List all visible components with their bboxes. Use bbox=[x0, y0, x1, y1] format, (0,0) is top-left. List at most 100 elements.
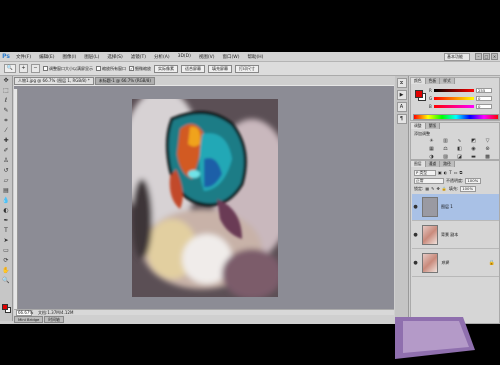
menu-3d[interactable]: 3D(D) bbox=[174, 54, 195, 59]
filter-type-icon[interactable]: T bbox=[449, 170, 451, 175]
history-icon[interactable]: ⧖ bbox=[396, 78, 407, 88]
minimize-icon[interactable]: – bbox=[475, 53, 482, 60]
lock-all-icon[interactable]: 🔒 bbox=[442, 186, 447, 191]
zoom-level-field[interactable]: 66.67% bbox=[16, 309, 33, 316]
visibility-eye-icon[interactable]: ● bbox=[412, 204, 419, 210]
filter-adjust-icon[interactable]: ◐ bbox=[444, 170, 448, 175]
eyedropper-tool-icon[interactable]: ⁄ bbox=[1, 126, 12, 136]
fill-screen-button[interactable]: 填充屏幕 bbox=[208, 64, 232, 73]
menu-view[interactable]: 视图(V) bbox=[195, 54, 219, 60]
menu-edit[interactable]: 编辑(E) bbox=[35, 54, 58, 60]
close-icon[interactable]: × bbox=[491, 53, 498, 60]
gradient-tool-icon[interactable]: ▤ bbox=[1, 186, 12, 196]
tab-document-2[interactable]: 未标题-1 @ 66.7% (RGB/8) bbox=[94, 77, 155, 85]
tab-channels[interactable]: 通道 bbox=[425, 161, 441, 167]
workspace-switcher[interactable]: 基本功能 bbox=[444, 53, 470, 61]
green-value-field[interactable]: 0 bbox=[476, 96, 492, 101]
blue-slider[interactable] bbox=[434, 105, 474, 108]
tab-styles[interactable]: 样式 bbox=[440, 78, 455, 84]
pen-tool-icon[interactable]: ✒ bbox=[1, 216, 12, 226]
eraser-tool-icon[interactable]: ▱ bbox=[1, 176, 12, 186]
tab-document-1[interactable]: 人物1.jpg @ 66.7% (图层 1, RGB/8) * bbox=[14, 77, 94, 85]
type-tool-icon[interactable]: T bbox=[1, 226, 12, 236]
photo-filter-icon[interactable]: ◉ bbox=[469, 146, 478, 152]
menu-analysis[interactable]: 分析(A) bbox=[150, 54, 174, 60]
fill-field[interactable]: 100% bbox=[460, 185, 477, 192]
menu-help[interactable]: 帮助(H) bbox=[243, 54, 267, 60]
lasso-tool-icon[interactable]: ℓ bbox=[1, 96, 12, 106]
print-size-button[interactable]: 打印尺寸 bbox=[235, 64, 259, 73]
panel-foreground-swatch[interactable] bbox=[415, 90, 423, 98]
brightness-contrast-icon[interactable]: ☀ bbox=[427, 138, 436, 144]
zoom-tool-preset-icon[interactable]: 🔍 bbox=[4, 64, 16, 73]
zoom-tool-icon[interactable]: 🔍 bbox=[1, 276, 12, 286]
exposure-icon[interactable]: ◩ bbox=[469, 138, 478, 144]
zoom-all-windows-checkbox[interactable]: 缩放所有窗口 bbox=[96, 66, 126, 72]
tab-mini-bridge[interactable]: Mini Bridge bbox=[14, 316, 44, 323]
filter-smart-icon[interactable]: ⧉ bbox=[460, 170, 463, 175]
lock-position-icon[interactable]: ✥ bbox=[437, 186, 440, 191]
actual-pixels-button[interactable]: 实际像素 bbox=[154, 64, 178, 73]
tab-layers[interactable]: 图层 bbox=[411, 161, 426, 167]
lock-transparent-icon[interactable]: ▦ bbox=[425, 186, 429, 191]
levels-icon[interactable]: ▥ bbox=[441, 138, 450, 144]
foreground-color-swatch[interactable] bbox=[2, 304, 8, 310]
actions-icon[interactable]: ▶ bbox=[396, 90, 407, 100]
scrubby-zoom-checkbox[interactable]: ✓ 细微缩放 bbox=[129, 66, 151, 72]
menu-file[interactable]: 文件(F) bbox=[12, 54, 35, 60]
menu-layer[interactable]: 图层(L) bbox=[80, 54, 103, 60]
lock-pixels-icon[interactable]: ✎ bbox=[431, 186, 434, 191]
tab-paths[interactable]: 路径 bbox=[440, 161, 455, 167]
blur-tool-icon[interactable]: 💧 bbox=[1, 196, 12, 206]
visibility-eye-icon[interactable]: ● bbox=[412, 260, 419, 266]
hue-saturation-icon[interactable]: ▦ bbox=[427, 146, 436, 152]
zoom-out-icon[interactable]: − bbox=[31, 64, 40, 73]
tab-color[interactable]: 颜色 bbox=[411, 78, 426, 84]
menu-select[interactable]: 选择(S) bbox=[103, 54, 126, 60]
fit-screen-button[interactable]: 适合屏幕 bbox=[181, 64, 205, 73]
resize-windows-checkbox[interactable]: 调整窗口大小以满屏显示 bbox=[43, 66, 93, 72]
layer-row-background-copy[interactable]: ● 背景 副本 bbox=[412, 222, 499, 249]
marquee-tool-icon[interactable]: ⬚ bbox=[1, 86, 12, 96]
menu-image[interactable]: 图像(I) bbox=[58, 54, 80, 60]
crop-tool-icon[interactable]: ⌗ bbox=[1, 116, 12, 126]
dodge-tool-icon[interactable]: ◐ bbox=[1, 206, 12, 216]
canvas-area[interactable] bbox=[14, 86, 394, 309]
shape-tool-icon[interactable]: ▭ bbox=[1, 246, 12, 256]
blue-value-field[interactable]: 0 bbox=[476, 104, 492, 109]
brush-tool-icon[interactable]: ✐ bbox=[1, 146, 12, 156]
tab-swatches[interactable]: 色板 bbox=[425, 78, 441, 84]
color-spectrum-ramp[interactable] bbox=[413, 114, 499, 120]
history-brush-tool-icon[interactable]: ↺ bbox=[1, 166, 12, 176]
filter-shape-icon[interactable]: ▭ bbox=[454, 170, 458, 175]
green-slider[interactable] bbox=[434, 97, 474, 100]
blend-mode-select[interactable]: 正常 bbox=[414, 177, 444, 184]
layer-row-layer-1[interactable]: ● 图层 1 bbox=[412, 194, 499, 221]
clone-stamp-tool-icon[interactable]: ♙ bbox=[1, 156, 12, 166]
color-balance-icon[interactable]: ⚖ bbox=[441, 146, 450, 152]
move-tool-icon[interactable]: ✥ bbox=[1, 76, 12, 86]
character-icon[interactable]: A bbox=[396, 102, 407, 112]
menu-window[interactable]: 窗口(W) bbox=[218, 54, 243, 60]
healing-tool-icon[interactable]: ✚ bbox=[1, 136, 12, 146]
layer-filter-select[interactable]: P 类型 bbox=[414, 169, 436, 176]
black-white-icon[interactable]: ◧ bbox=[455, 146, 464, 152]
filter-pixel-icon[interactable]: ▣ bbox=[438, 170, 442, 175]
tab-adjustments[interactable]: 调整 bbox=[411, 123, 426, 129]
visibility-eye-icon[interactable]: ● bbox=[412, 232, 419, 238]
path-select-tool-icon[interactable]: ➤ bbox=[1, 236, 12, 246]
channel-mixer-icon[interactable]: ⊛ bbox=[483, 146, 492, 152]
paragraph-icon[interactable]: ¶ bbox=[396, 114, 407, 124]
maximize-icon[interactable]: □ bbox=[483, 53, 490, 60]
menu-filter[interactable]: 滤镜(T) bbox=[127, 54, 150, 60]
hand-tool-icon[interactable]: ✋ bbox=[1, 266, 12, 276]
curves-icon[interactable]: ∿ bbox=[455, 138, 464, 144]
red-value-field[interactable]: 255 bbox=[476, 88, 492, 93]
red-slider[interactable] bbox=[434, 89, 474, 92]
3d-rotate-tool-icon[interactable]: ⟳ bbox=[1, 256, 12, 266]
zoom-in-icon[interactable]: + bbox=[19, 64, 28, 73]
tab-timeline[interactable]: 时间轴 bbox=[44, 316, 64, 323]
opacity-field[interactable]: 100% bbox=[465, 177, 482, 184]
tab-masks[interactable]: 蒙版 bbox=[425, 123, 441, 129]
document-size-info[interactable]: 文档:1.37M/4.12M bbox=[38, 310, 73, 316]
